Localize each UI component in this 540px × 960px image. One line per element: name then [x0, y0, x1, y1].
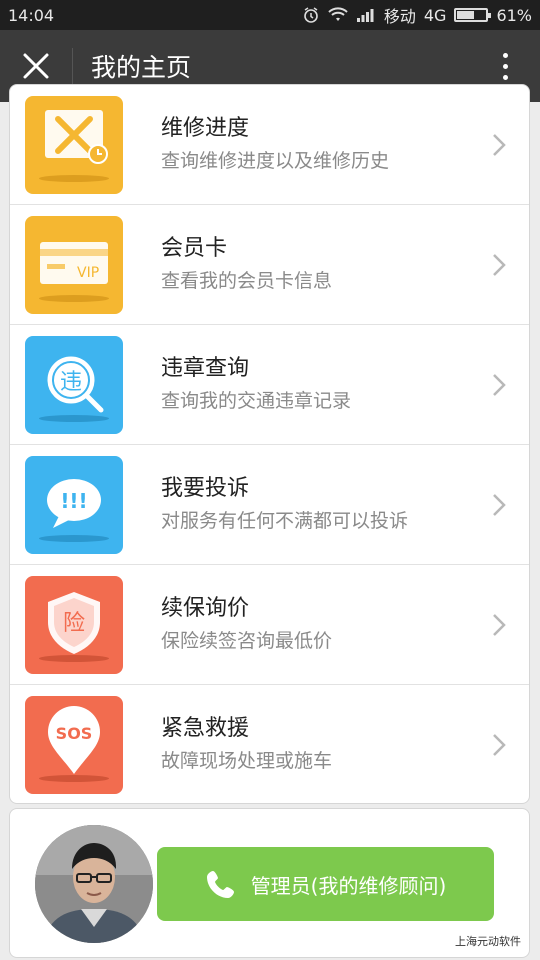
violation-glyph: 违	[60, 370, 82, 395]
menu-item-title: 我要投诉	[161, 475, 250, 501]
menu-item-title: 紧急救援	[161, 716, 250, 741]
violation-search-icon: 违	[25, 335, 123, 434]
wifi-icon	[328, 7, 348, 21]
call-advisor-button[interactable]: 管理员(我的维修顾问)	[157, 847, 494, 921]
tile-shadow	[39, 534, 109, 542]
menu-item-repair-progress[interactable]: 维修进度 查询维修进度以及维修历史	[10, 85, 529, 205]
menu-item-text: 紧急救援 故障现场处理或施车	[161, 714, 332, 776]
tile-shadow	[39, 414, 109, 422]
complaint-bubble-icon: !!!	[25, 455, 123, 554]
status-right: 移动 4G 61%	[302, 3, 532, 27]
contact-card: 管理员(我的维修顾问) 上海元动软件	[9, 808, 530, 958]
repair-tools-icon	[25, 95, 123, 194]
menu-item-subtitle: 查看我的会员卡信息	[161, 269, 333, 292]
chevron-right-icon	[493, 734, 506, 756]
menu-item-insurance-quote[interactable]: 险 续保询价 保险续签咨询最低价	[10, 565, 529, 685]
brand-text: 上海元动软件	[455, 935, 521, 948]
menu-item-subtitle: 查询维修进度以及维修历史	[161, 149, 390, 172]
insurance-shield-icon: 险	[25, 575, 123, 674]
complaint-glyph: !!!	[60, 489, 87, 513]
more-vertical-icon-dot	[502, 52, 508, 58]
status-carrier: 移动	[383, 7, 416, 26]
battery-fill	[457, 11, 475, 19]
insurance-glyph: 险	[63, 611, 85, 636]
status-network: 4G	[423, 5, 447, 25]
menu-item-title: 会员卡	[161, 235, 228, 261]
title-divider	[72, 48, 73, 84]
vip-card-icon: VIP	[25, 215, 123, 314]
avatar[interactable]	[35, 825, 153, 943]
tile-shadow	[39, 775, 109, 782]
menu-item-title: 维修进度	[161, 115, 250, 141]
close-icon	[23, 53, 49, 79]
tile-shadow	[39, 294, 109, 302]
page-title: 我的主页	[91, 53, 192, 82]
menu-item-text: 违章查询 查询我的交通违章记录	[161, 354, 351, 416]
menu-item-text: 维修进度 查询维修进度以及维修历史	[161, 114, 389, 176]
menu-item-text: 续保询价 保险续签咨询最低价	[161, 594, 332, 656]
menu-item-subtitle: 故障现场处理或施车	[161, 750, 333, 772]
menu-item-title: 违章查询	[161, 355, 250, 381]
phone-icon	[206, 871, 234, 898]
alarm-icon	[304, 7, 318, 23]
menu-list: 维修进度 查询维修进度以及维修历史 VIP 会员卡 查看我的会员卡信息 违 违章…	[9, 84, 530, 804]
menu-item-subtitle: 对服务有任何不满都可以投诉	[161, 509, 409, 532]
menu-item-text: 我要投诉 对服务有任何不满都可以投诉	[161, 474, 408, 536]
signal-icon	[356, 9, 374, 22]
status-time: 14:04	[8, 5, 55, 25]
more-vertical-icon-dot	[502, 74, 508, 80]
menu-item-emergency-rescue[interactable]: SOS 紧急救援 故障现场处理或施车	[10, 685, 529, 803]
chevron-right-icon	[493, 373, 506, 396]
menu-item-member-card[interactable]: VIP 会员卡 查看我的会员卡信息	[10, 205, 529, 325]
status-bar: 14:04 移动 4G 61%	[0, 0, 540, 30]
menu-item-subtitle: 保险续签咨询最低价	[161, 629, 333, 652]
chevron-right-icon	[493, 133, 506, 156]
chevron-right-icon	[493, 613, 506, 636]
tile-shadow	[39, 654, 109, 662]
more-vertical-icon-dot	[502, 63, 508, 69]
status-battery: 61%	[496, 5, 532, 25]
vip-glyph: VIP	[77, 265, 99, 281]
sos-glyph: SOS	[56, 724, 93, 743]
menu-item-subtitle: 查询我的交通违章记录	[161, 389, 352, 412]
menu-item-title: 续保询价	[161, 595, 250, 621]
battery-icon	[454, 8, 492, 22]
avatar-photo	[35, 825, 153, 943]
menu-item-violation-lookup[interactable]: 违 违章查询 查询我的交通违章记录	[10, 325, 529, 445]
chevron-right-icon	[493, 253, 506, 276]
menu-item-complaint[interactable]: !!! 我要投诉 对服务有任何不满都可以投诉	[10, 445, 529, 565]
call-advisor-label: 管理员(我的维修顾问)	[250, 873, 447, 898]
tile-shadow	[39, 174, 109, 182]
menu-item-text: 会员卡 查看我的会员卡信息	[161, 234, 332, 296]
chevron-right-icon	[493, 493, 506, 516]
sos-pin-icon: SOS	[25, 696, 123, 794]
